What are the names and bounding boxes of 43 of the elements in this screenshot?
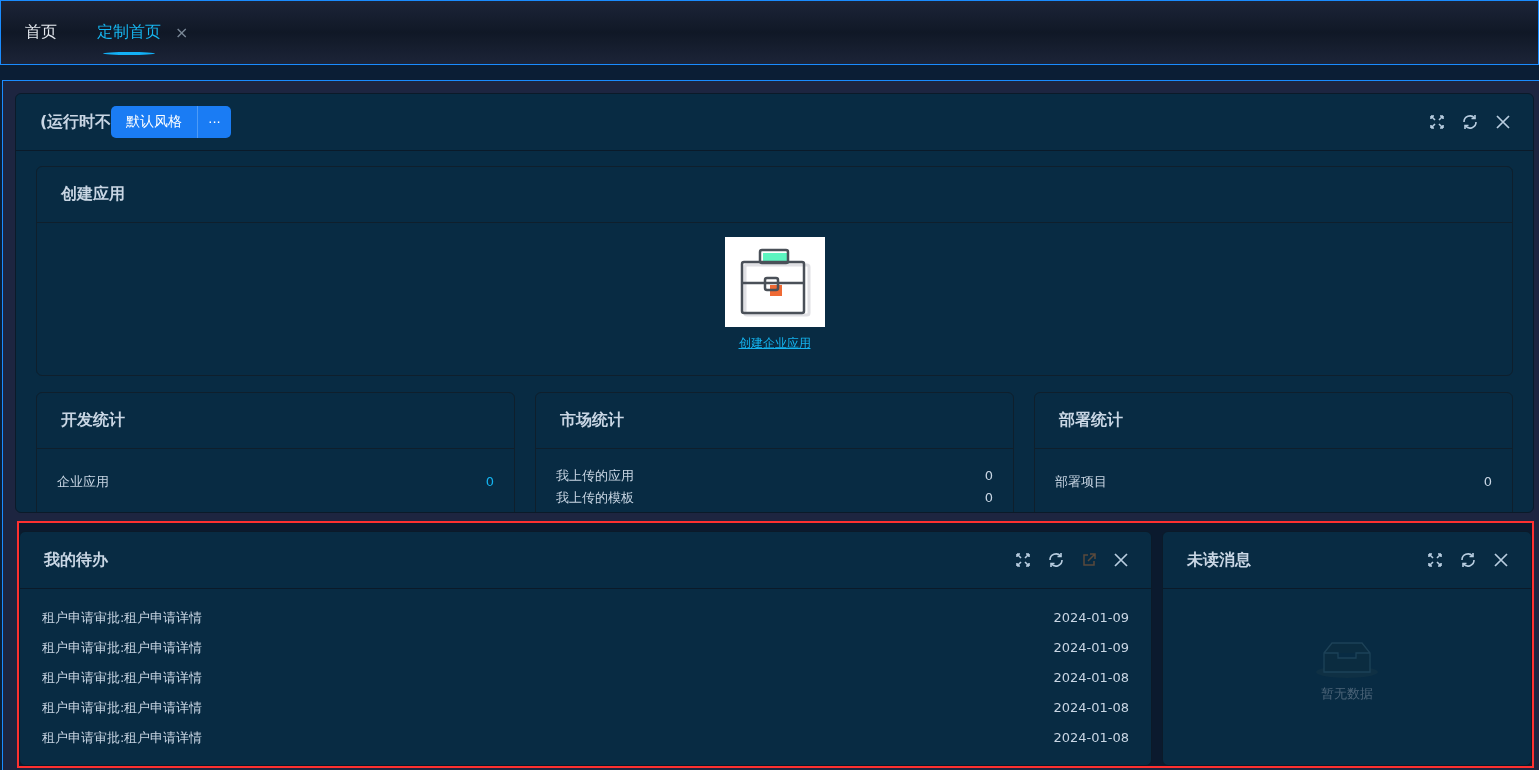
close-icon[interactable] xyxy=(1113,552,1129,568)
todo-date: 2024-01-09 xyxy=(1053,609,1129,627)
fullscreen-icon[interactable] xyxy=(1015,552,1031,568)
todo-item-link[interactable]: 租户申请审批:租户申请详情 xyxy=(42,603,203,633)
stat-label: 我上传的应用 xyxy=(556,467,634,485)
refresh-icon[interactable] xyxy=(1047,551,1065,569)
todo-item-link[interactable]: 租户申请审批:租户申请详情 xyxy=(42,723,203,753)
close-icon[interactable] xyxy=(1495,114,1511,130)
todo-date: 2024-01-08 xyxy=(1053,729,1129,747)
close-icon[interactable] xyxy=(1493,552,1509,568)
card-title: 开发统计 xyxy=(61,410,125,431)
style-button[interactable]: 默认风格 xyxy=(111,106,199,138)
todo-date: 2024-01-08 xyxy=(1053,669,1129,687)
card-title: 我的待办 xyxy=(44,549,108,571)
card-title: 未读消息 xyxy=(1187,549,1251,571)
empty-inbox-icon xyxy=(1315,639,1379,679)
stat-value: 0 xyxy=(485,473,494,491)
stat-value: 0 xyxy=(1483,473,1492,491)
stat-label: 企业应用 xyxy=(57,473,109,491)
fullscreen-icon[interactable] xyxy=(1427,552,1443,568)
tab[interactable]: 定制首页 xyxy=(97,4,161,61)
stat-value: 0 xyxy=(984,489,993,507)
todo-item-link[interactable]: 租户申请审批:租户申请详情 xyxy=(42,693,203,723)
create-enterprise-app-link[interactable]: 创建企业应用 xyxy=(738,335,811,352)
briefcase-icon[interactable] xyxy=(724,237,825,327)
card-title: 市场统计 xyxy=(560,410,624,431)
card-title: 部署统计 xyxy=(1059,410,1123,431)
empty-text: 暂无数据 xyxy=(1321,685,1373,703)
workspace-title: (运行时不 xyxy=(40,111,112,133)
fullscreen-icon[interactable] xyxy=(1429,114,1445,130)
todo-date: 2024-01-09 xyxy=(1053,639,1129,657)
stat-label: 我上传的模板 xyxy=(556,489,634,507)
refresh-icon[interactable] xyxy=(1459,551,1477,569)
more-button[interactable]: ··· xyxy=(198,106,231,138)
todo-date: 2024-01-08 xyxy=(1053,699,1129,717)
tab-close-button[interactable]: × xyxy=(175,23,189,42)
stat-value: 0 xyxy=(984,467,993,485)
stat-label: 部署项目 xyxy=(1055,473,1107,491)
todo-item-link[interactable]: 租户申请审批:租户申请详情 xyxy=(42,663,203,693)
todo-item-link[interactable]: 租户申请审批:租户申请详情 xyxy=(42,633,203,663)
tab[interactable]: 首页 xyxy=(25,4,57,61)
refresh-icon[interactable] xyxy=(1461,113,1479,131)
card-title: 创建应用 xyxy=(61,184,125,205)
